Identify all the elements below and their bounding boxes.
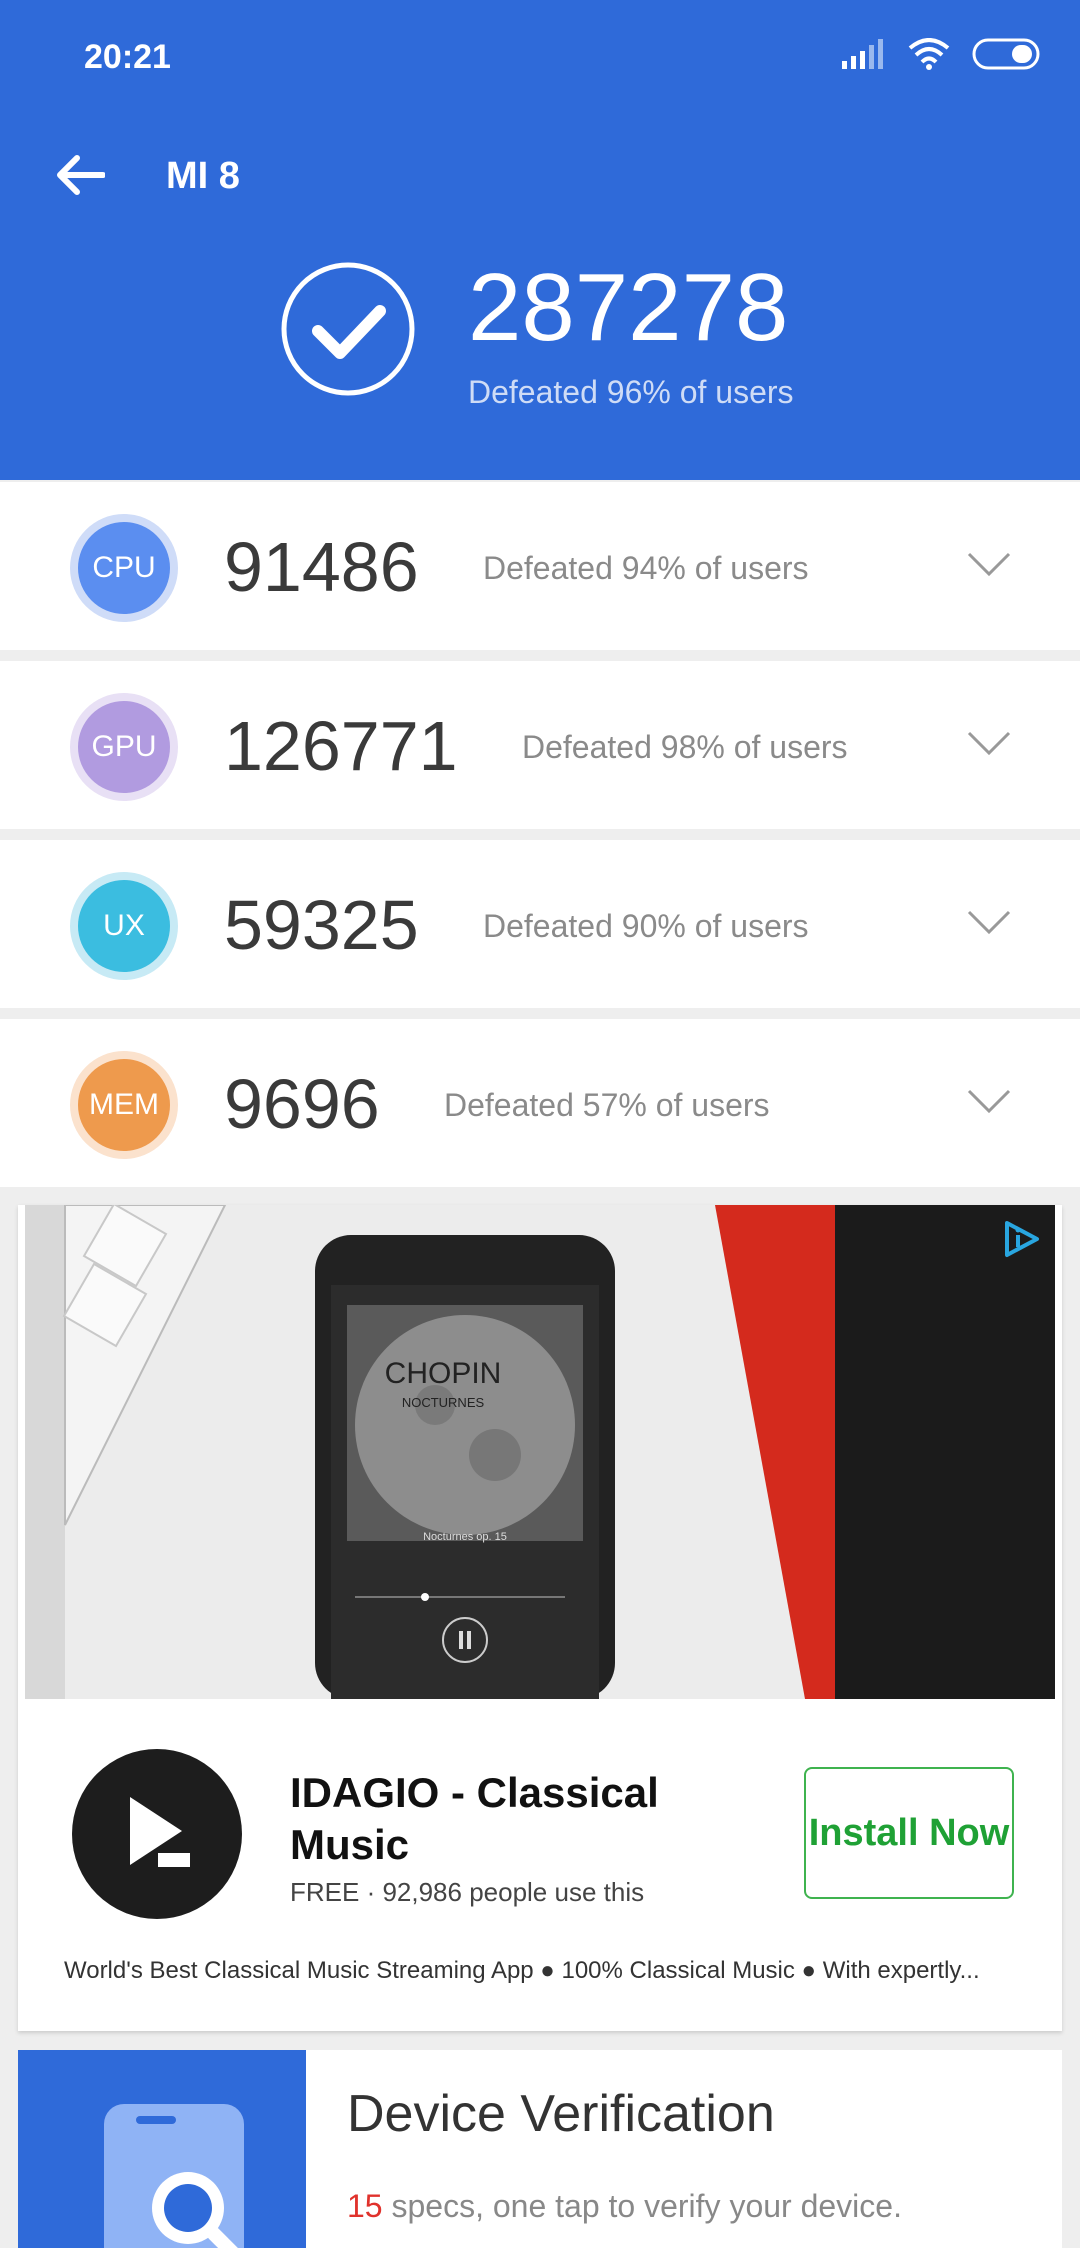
score-row-cpu[interactable]: CPU 91486 Defeated 94% of users [0, 482, 1080, 650]
cpu-score: 91486 [224, 528, 419, 606]
score-row-gpu[interactable]: GPU 126771 Defeated 98% of users [0, 661, 1080, 829]
page-title: MI 8 [166, 155, 240, 197]
verification-title: Device Verification [347, 2085, 775, 2143]
wifi-icon [908, 38, 950, 70]
ad-card[interactable]: CHOPIN NOCTURNES Nocturnes op. 15 IDAGIO… [18, 1205, 1062, 2031]
ux-score: 59325 [224, 886, 419, 964]
ad-choices-icon[interactable] [1001, 1219, 1041, 1259]
status-icons [842, 38, 1042, 70]
gpu-badge: GPU [70, 693, 178, 801]
verification-panel [18, 2050, 306, 2248]
gpu-score: 126771 [224, 707, 458, 785]
verification-description-text: specs, one tap to verify your device. [382, 2188, 902, 2224]
ad-app-title[interactable]: IDAGIO - Classical Music [290, 1767, 720, 1871]
status-bar: 20:21 [0, 0, 1080, 110]
ux-defeated-text: Defeated 90% of users [483, 908, 809, 944]
cpu-badge: CPU [70, 514, 178, 622]
status-time: 20:21 [84, 38, 171, 76]
install-now-button[interactable]: Install Now [804, 1767, 1014, 1899]
header: 20:21 MI 8 287278 Defeated 96% of users [0, 0, 1080, 480]
ux-badge-label: UX [78, 880, 170, 972]
gpu-badge-label: GPU [78, 701, 170, 793]
check-circle-icon [281, 262, 415, 396]
mem-badge: MEM [70, 1051, 178, 1159]
ad-subtitle-text: NOCTURNES [402, 1395, 485, 1410]
back-arrow-icon [57, 155, 105, 195]
mem-score: 9696 [224, 1065, 380, 1143]
ad-app-logo[interactable] [72, 1749, 242, 1919]
score-row-mem[interactable]: MEM 9696 Defeated 57% of users [0, 1019, 1080, 1187]
total-score: 287278 [468, 254, 789, 361]
device-verification-card[interactable]: Device Verification 15 specs, one tap to… [18, 2050, 1062, 2248]
chevron-down-icon[interactable] [966, 1085, 1012, 1119]
chevron-down-icon[interactable] [966, 727, 1012, 761]
app-bar: MI 8 [0, 135, 1080, 215]
cpu-badge-label: CPU [78, 522, 170, 614]
ad-image[interactable]: CHOPIN NOCTURNES Nocturnes op. 15 [25, 1205, 1055, 1699]
verification-description: 15 specs, one tap to verify your device. [347, 2188, 902, 2225]
ad-track-text: Nocturnes op. 15 [423, 1531, 507, 1543]
ad-app-meta: FREE · 92,986 people use this [290, 1877, 645, 1907]
mem-defeated-text: Defeated 57% of users [444, 1087, 770, 1123]
gpu-defeated-text: Defeated 98% of users [522, 729, 848, 765]
mem-badge-label: MEM [78, 1059, 170, 1151]
signal-icon [842, 39, 886, 69]
ad-tagline: World's Best Classical Music Streaming A… [64, 1957, 980, 1984]
chevron-down-icon[interactable] [966, 548, 1012, 582]
battery-icon [972, 38, 1042, 70]
phone-search-icon [104, 2104, 244, 2248]
score-row-ux[interactable]: UX 59325 Defeated 90% of users [0, 840, 1080, 1008]
total-defeated-text: Defeated 96% of users [468, 374, 794, 410]
chevron-down-icon[interactable] [966, 906, 1012, 940]
cpu-defeated-text: Defeated 94% of users [483, 550, 809, 586]
verification-count: 15 [347, 2188, 383, 2224]
ad-album-text: CHOPIN [385, 1357, 502, 1390]
back-button[interactable] [50, 145, 110, 205]
ux-badge: UX [70, 872, 178, 980]
